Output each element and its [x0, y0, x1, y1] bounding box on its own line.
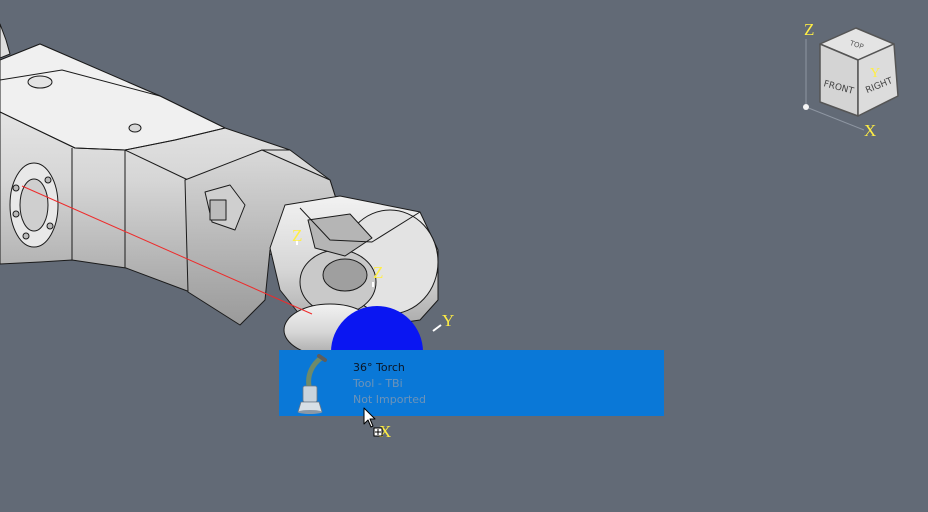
tool-type: Tool - TBi: [353, 377, 403, 390]
torch-axis-z-1-label: Z: [292, 226, 302, 245]
tool-name: 36° Torch: [353, 361, 405, 374]
tool-status: Not Imported: [353, 393, 427, 406]
tool-tooltip[interactable]: 36° Torch Tool - TBi Not Imported: [279, 350, 664, 416]
view-cube-z-label: Z: [804, 20, 814, 39]
tool-info: 36° Torch Tool - TBi Not Imported: [353, 360, 426, 408]
view-cube[interactable]: Z X TOP FRONT RIGHT Y: [798, 14, 910, 138]
torch-axis-z-2-label: Z: [373, 263, 383, 282]
torch-icon: [297, 354, 327, 414]
view-cube-x-label: X: [864, 121, 876, 138]
torch-axis-y-line: [432, 324, 442, 332]
view-cube-origin: [803, 104, 809, 110]
3d-viewport[interactable]: Z Z Y X: [0, 0, 928, 512]
robot-arm-model[interactable]: [0, 23, 439, 357]
torch-axis-x-label: X: [379, 422, 391, 441]
torch-axis-y-label: Y: [442, 311, 454, 330]
view-cube-y-label: Y: [870, 66, 880, 81]
